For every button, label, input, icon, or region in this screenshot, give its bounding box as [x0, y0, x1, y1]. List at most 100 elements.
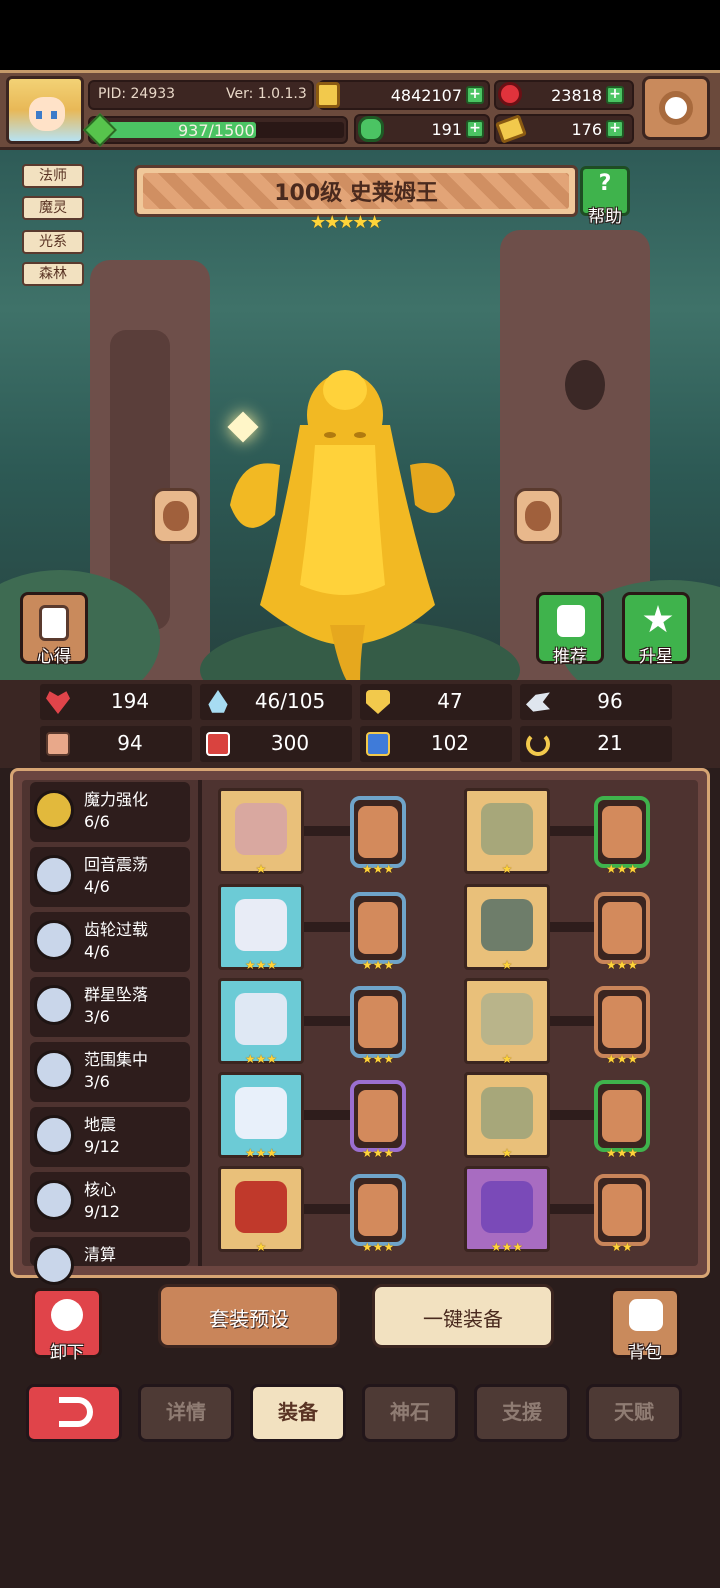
add-clover-button[interactable]: + [466, 120, 484, 138]
add-gem-button[interactable]: + [606, 86, 624, 104]
rune-stars: ★★★ [361, 958, 395, 972]
rune-stars: ★★★ [361, 1052, 395, 1066]
skill-set-name: 范围集中 [84, 1050, 149, 1069]
recommend-label: 推荐 [553, 647, 587, 667]
slot-connector [550, 1204, 598, 1214]
rune-slot[interactable] [350, 892, 406, 964]
tab-equipment[interactable]: 装备 [250, 1384, 346, 1442]
rune-stars: ★★★ [361, 862, 395, 876]
slot-connector [304, 922, 352, 932]
rune-icon [358, 1090, 398, 1142]
skill-set-count: 9/12 [84, 1137, 120, 1156]
skill-set-name: 清算 [84, 1245, 117, 1264]
stat-magic-value: 300 [270, 731, 310, 755]
arrow-right-icon [525, 501, 551, 531]
rune-slot[interactable] [350, 1080, 406, 1152]
skill-set-icon [34, 1050, 74, 1090]
panel-divider [198, 780, 202, 1266]
equipment-stars: ★ [501, 958, 513, 972]
skill-set-row[interactable]: 齿轮过载 4/6 [30, 912, 190, 972]
rune-slot[interactable] [594, 796, 650, 868]
rune-icon [358, 902, 398, 954]
boot-icon [366, 732, 390, 756]
rune-slot[interactable] [350, 986, 406, 1058]
backpack-label: 背包 [628, 1343, 662, 1363]
slot-connector [304, 826, 352, 836]
skill-set-row[interactable]: 清算 [30, 1237, 190, 1285]
tag-element: 光系 [22, 230, 84, 254]
back-button[interactable] [26, 1384, 122, 1442]
tag-habitat: 森林 [22, 262, 84, 286]
tab-support[interactable]: 支援 [474, 1384, 570, 1442]
equipment-stars: ★★★ [244, 958, 278, 972]
equipment-item-icon [235, 1181, 287, 1233]
rune-slot[interactable] [594, 892, 650, 964]
equipment-stars: ★★★ [244, 1146, 278, 1160]
rune-icon [358, 1184, 398, 1236]
skill-set-name: 魔力强化 [84, 790, 149, 809]
stat-resist-value: 102 [430, 731, 470, 755]
rune-icon [602, 1090, 642, 1142]
slot-connector [304, 1204, 352, 1214]
skill-set-count: 9/12 [84, 1202, 120, 1221]
next-character-button[interactable] [514, 488, 562, 544]
spellbook-icon [206, 732, 230, 756]
skill-set-row[interactable]: 地震 9/12 [30, 1107, 190, 1167]
exp-value: 937/1500 [178, 121, 255, 140]
tab-details[interactable]: 详情 [138, 1384, 234, 1442]
skill-set-name: 齿轮过载 [84, 920, 149, 939]
rune-stars: ★★★ [605, 862, 639, 876]
skill-set-row[interactable]: 群星坠落 3/6 [30, 977, 190, 1037]
rune-slot[interactable] [350, 796, 406, 868]
gold-coin-icon [316, 82, 340, 108]
equipment-stars: ★★★ [490, 1240, 524, 1254]
star-icon [643, 605, 673, 633]
rune-icon [602, 996, 642, 1048]
stat-attack-value: 94 [117, 731, 143, 755]
rune-slot[interactable] [594, 1174, 650, 1246]
equipment-item-icon [481, 1087, 533, 1139]
horseshoe-icon [526, 732, 550, 756]
add-gold-button[interactable]: + [466, 86, 484, 104]
help-label: 帮助 [588, 207, 622, 227]
stat-crit-value: 21 [597, 731, 623, 755]
character-title: 100级 史莱姆王 [274, 181, 438, 206]
rune-stars: ★★★ [605, 1052, 639, 1066]
skill-set-count: 3/6 [84, 1072, 110, 1091]
rune-slot[interactable] [594, 1080, 650, 1152]
settings-button[interactable] [642, 76, 710, 140]
rune-slot[interactable] [594, 986, 650, 1058]
skill-set-icon [34, 1245, 74, 1285]
auto-equip-button[interactable]: 一键装备 [372, 1284, 554, 1348]
skill-set-name: 核心 [84, 1180, 117, 1199]
add-ticket-button[interactable]: + [606, 120, 624, 138]
tab-talent[interactable]: 天赋 [586, 1384, 682, 1442]
skill-set-icon [34, 1115, 74, 1155]
preset-button[interactable]: 套装预设 [158, 1284, 340, 1348]
equipment-stars: ★ [501, 1052, 513, 1066]
gear-icon [659, 91, 693, 125]
star-up-label: 升星 [639, 647, 673, 667]
rune-icon [358, 996, 398, 1048]
equipment-item-icon [481, 1181, 533, 1233]
skill-set-row[interactable]: 核心 9/12 [30, 1172, 190, 1232]
rune-slot[interactable] [350, 1174, 406, 1246]
skill-set-row[interactable]: 魔力强化 6/6 [30, 782, 190, 842]
red-gem-icon [498, 82, 522, 106]
rune-icon [602, 1184, 642, 1236]
skill-set-icon [34, 920, 74, 960]
rune-stars: ★★★ [605, 1146, 639, 1160]
status-bar [0, 0, 720, 70]
rune-icon [358, 806, 398, 858]
skill-set-name: 地震 [84, 1115, 117, 1134]
skill-set-name: 回音震荡 [84, 855, 149, 874]
skill-set-row[interactable]: 范围集中 3/6 [30, 1042, 190, 1102]
prev-character-button[interactable] [152, 488, 200, 544]
rune-stars: ★★★ [361, 1146, 395, 1160]
equipment-item-icon [481, 993, 533, 1045]
tab-god-stone[interactable]: 神石 [362, 1384, 458, 1442]
skill-set-row[interactable]: 回音震荡 4/6 [30, 847, 190, 907]
equipment-stars: ★★★ [244, 1052, 278, 1066]
slot-connector [304, 1110, 352, 1120]
player-avatar[interactable] [6, 76, 84, 144]
